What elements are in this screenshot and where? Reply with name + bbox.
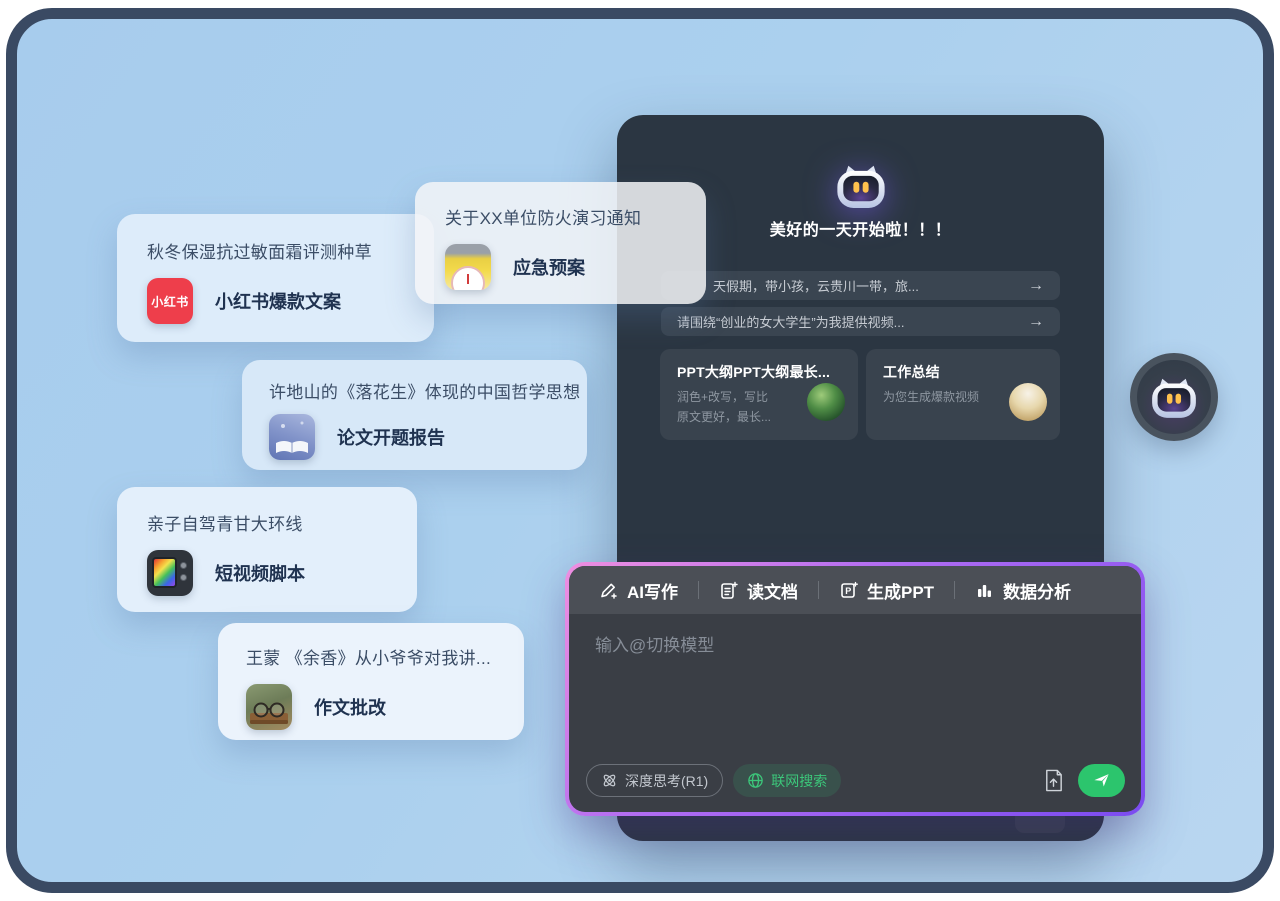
globe-icon xyxy=(747,772,764,789)
card-title: 秋冬保湿抗过敏面霜评测种草 xyxy=(147,238,434,263)
assistant-floating-button[interactable] xyxy=(1130,353,1218,441)
card-title: 许地山的《落花生》体现的中国哲学思想 xyxy=(269,378,587,403)
xiaohongshu-icon-text: 小红书 xyxy=(151,293,189,310)
composer-toolbar: AI写作 读文档 xyxy=(569,566,1141,614)
card-title: 王蒙 《余香》从小爷爷对我讲... xyxy=(246,644,524,669)
shortcut-card-short-video-script[interactable]: 亲子自驾青甘大环线 短视频脚本 xyxy=(117,487,417,612)
toolbar-divider xyxy=(818,581,819,599)
deep-think-toggle[interactable]: 深度思考(R1) xyxy=(586,764,723,797)
shortcut-card-emergency-plan[interactable]: 关于XX单位防火演习通知 应急预案 xyxy=(415,182,706,304)
screenshot-stage: 美好的一天开始啦！！！ 天假期，带小孩，云贵川一带，旅... → 请围绕“创业的… xyxy=(0,0,1280,901)
toolbar-divider xyxy=(698,581,699,599)
suggestion-card-work-summary[interactable]: 工作总结 为您生成爆款视频 xyxy=(866,349,1060,440)
composer-actions: 深度思考(R1) 联网搜索 xyxy=(569,764,1141,812)
robot-mascot-icon xyxy=(834,163,888,214)
avatar xyxy=(807,383,845,421)
pen-sparkle-icon xyxy=(599,581,618,600)
avatar xyxy=(1009,383,1047,421)
suggestion-desc: 为您生成爆款视频 xyxy=(883,388,1001,408)
atom-icon xyxy=(601,772,618,789)
shortcut-card-xiaohongshu[interactable]: 秋冬保湿抗过敏面霜评测种草 小红书 小红书爆款文案 xyxy=(117,214,434,342)
quick-prompt-text: 请围绕“创业的女大学生”为我提供视频... xyxy=(677,312,1020,331)
card-label: 小红书爆款文案 xyxy=(215,288,341,314)
shortcut-card-essay-correction[interactable]: 王蒙 《余香》从小爷爷对我讲... 作文批改 xyxy=(218,623,524,740)
suggestion-desc: 润色+改写，写比 原文更好，最长... xyxy=(677,388,795,428)
card-label: 短视频脚本 xyxy=(215,560,305,586)
card-label: 论文开题报告 xyxy=(337,424,445,450)
arrow-right-icon: → xyxy=(1028,313,1044,331)
tab-read-document[interactable]: 读文档 xyxy=(713,578,804,603)
svg-text:P: P xyxy=(845,586,851,596)
card-label: 应急预案 xyxy=(513,254,585,280)
bar-chart-icon xyxy=(975,581,994,600)
tab-generate-ppt[interactable]: P 生成PPT xyxy=(833,578,940,603)
open-book-icon xyxy=(269,414,315,460)
emergency-alarm-icon xyxy=(445,244,491,290)
robot-mascot-icon xyxy=(1149,376,1199,419)
retro-tv-icon xyxy=(147,550,193,596)
suggestion-card-ppt-outline[interactable]: PPT大纲PPT大纲最长... 润色+改写，写比 原文更好，最长... xyxy=(660,349,858,440)
card-label: 作文批改 xyxy=(314,694,386,720)
quick-prompt-text: 天假期，带小孩，云贵川一带，旅... xyxy=(713,276,1020,295)
toolbar-divider xyxy=(954,581,955,599)
quick-prompt-row[interactable]: 请围绕“创业的女大学生”为我提供视频... → xyxy=(661,307,1060,336)
send-button[interactable] xyxy=(1078,764,1125,797)
xiaohongshu-app-icon: 小红书 xyxy=(147,278,193,324)
card-title: 关于XX单位防火演习通知 xyxy=(445,204,706,229)
device-frame: 美好的一天开始啦！！！ 天假期，带小孩，云贵川一带，旅... → 请围绕“创业的… xyxy=(6,8,1274,893)
quick-prompt-row[interactable]: 天假期，带小孩，云贵川一带，旅... → xyxy=(661,271,1060,300)
upload-file-icon xyxy=(1042,768,1065,793)
document-icon xyxy=(719,581,738,600)
web-search-toggle[interactable]: 联网搜索 xyxy=(733,764,841,797)
glasses-book-icon xyxy=(246,684,292,730)
suggestion-title: PPT大纲PPT大纲最长... xyxy=(677,362,844,382)
tab-ai-writing[interactable]: AI写作 xyxy=(593,578,684,603)
suggestion-title: 工作总结 xyxy=(883,362,1046,382)
card-title: 亲子自驾青甘大环线 xyxy=(147,510,417,535)
composer-panel: AI写作 读文档 xyxy=(565,562,1145,816)
paper-plane-icon xyxy=(1092,771,1111,790)
ppt-document-icon: P xyxy=(839,581,858,600)
composer-input[interactable] xyxy=(569,614,1141,764)
arrow-right-icon: → xyxy=(1028,277,1044,295)
tab-data-analysis[interactable]: 数据分析 xyxy=(969,578,1077,603)
upload-file-button[interactable] xyxy=(1038,764,1068,797)
shortcut-card-thesis-proposal[interactable]: 许地山的《落花生》体现的中国哲学思想 论文开题报告 xyxy=(242,360,587,470)
